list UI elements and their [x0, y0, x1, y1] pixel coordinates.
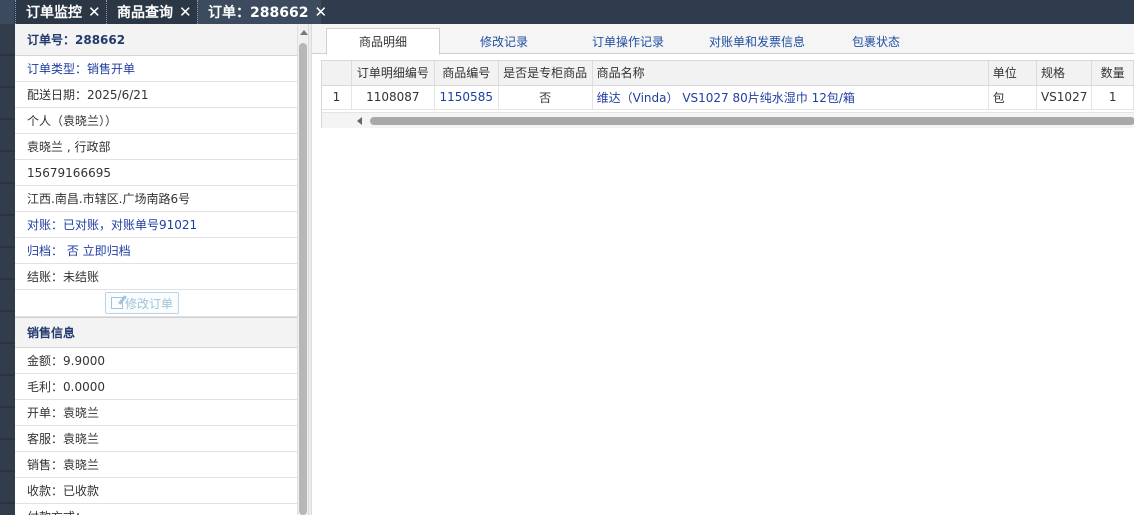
customer-service: 客服：袁晓兰 [15, 426, 297, 452]
phone-number: 15679166695 [15, 160, 297, 186]
column-header-product-id[interactable]: 商品编号 [434, 61, 499, 86]
salesperson: 销售：袁晓兰 [15, 452, 297, 478]
scroll-left-icon[interactable] [357, 117, 362, 125]
tab-order-detail[interactable]: 订单：288662 ✕ [197, 0, 327, 24]
sales-amount: 金额：9.9000 [15, 348, 297, 374]
delivery-date: 配送日期：2025/6/21 [15, 82, 297, 108]
scroll-up-icon[interactable] [300, 30, 308, 35]
column-header-index [322, 61, 352, 86]
tab-statement-invoice[interactable]: 对账单和发票信息 [692, 28, 822, 54]
unit-cell: 包 [988, 85, 1037, 110]
tab-change-log[interactable]: 修改记录 [452, 28, 556, 54]
column-header-detail-id[interactable]: 订单明细编号 [351, 61, 435, 86]
payment-method: 付款方式： [15, 504, 297, 515]
detail-id-cell: 1108087 [351, 85, 435, 110]
top-left-strip [0, 0, 14, 24]
tab-product-search[interactable]: 商品查询 ✕ [106, 0, 197, 24]
close-icon[interactable]: ✕ [314, 3, 327, 21]
tab-operation-log[interactable]: 订单操作记录 [568, 28, 688, 54]
nav-collapsed-strip [0, 24, 15, 515]
scrollbar-thumb[interactable] [370, 117, 1134, 125]
edit-order-label: 修改订单 [124, 296, 173, 311]
column-header-quantity[interactable]: 数量 [1091, 61, 1134, 86]
edit-icon [110, 297, 123, 309]
contact-department: 袁晓兰 , 行政部 [15, 134, 297, 160]
tab-label: 订单：288662 [208, 5, 309, 21]
column-header-spec[interactable]: 规格 [1036, 61, 1093, 86]
sidebar-scrollbar[interactable] [297, 24, 308, 515]
spec-cell: VS1027 [1036, 85, 1093, 110]
close-icon[interactable]: ✕ [88, 3, 101, 21]
table-row[interactable]: 1 1108087 1150585 否 维达（Vinda） VS1027 80片… [322, 85, 1134, 110]
column-header-unit[interactable]: 单位 [988, 61, 1037, 86]
close-icon[interactable]: ✕ [179, 3, 192, 21]
quantity-cell: 1 [1091, 85, 1134, 110]
table-header-row: 订单明细编号 商品编号 是否是专柜商品 商品名称 单位 规格 数量 [322, 61, 1134, 86]
tab-label: 商品查询 [117, 5, 173, 21]
column-header-product-name[interactable]: 商品名称 [592, 61, 989, 86]
delivery-address: 江西.南昌.市辖区.广场南路6号 [15, 186, 297, 212]
reconciliation-link[interactable]: 对账：已对账，对账单号91021 [15, 212, 297, 238]
sales-info-header: 销售信息 [15, 317, 297, 348]
order-type: 订单类型：销售开单 [15, 56, 297, 82]
counter-product-cell: 否 [498, 85, 593, 110]
settlement-status: 结账：未结账 [15, 264, 297, 290]
edit-order-button[interactable]: 修改订单 [104, 292, 179, 314]
detail-tab-strip: 商品明细 修改记录 订单操作记录 对账单和发票信息 包裹状态 [312, 24, 1134, 55]
tab-package-status[interactable]: 包裹状态 [828, 28, 924, 54]
scrollbar-thumb[interactable] [299, 43, 307, 515]
tab-label: 订单监控 [26, 5, 82, 21]
product-id-link[interactable]: 1150585 [434, 85, 499, 110]
order-creator: 开单：袁晓兰 [15, 400, 297, 426]
tab-order-monitor[interactable]: 订单监控 ✕ [15, 0, 106, 24]
payment-status: 收款：已收款 [15, 478, 297, 504]
order-info-sidebar: 订单号：288662 订单类型：销售开单 配送日期：2025/6/21 个人（袁… [15, 24, 297, 515]
grid-horizontal-scrollbar[interactable] [322, 112, 1134, 128]
tab-product-detail[interactable]: 商品明细 [326, 28, 440, 55]
product-table: 订单明细编号 商品编号 是否是专柜商品 商品名称 单位 规格 数量 1 1108… [322, 61, 1134, 110]
product-name-link[interactable]: 维达（Vinda） VS1027 80片纯水湿巾 12包/箱 [592, 85, 989, 110]
column-header-counter-product[interactable]: 是否是专柜商品 [498, 61, 593, 86]
product-detail-grid: 订单明细编号 商品编号 是否是专柜商品 商品名称 单位 规格 数量 1 1108… [321, 60, 1134, 128]
nav-strip-bands [0, 24, 15, 515]
edit-order-row: 修改订单 [15, 290, 297, 317]
row-index: 1 [322, 85, 352, 110]
customer-name: 个人（袁晓兰）） [15, 108, 297, 134]
archive-link[interactable]: 归档： 否 立即归档 [15, 238, 297, 264]
order-detail-main: 商品明细 修改记录 订单操作记录 对账单和发票信息 包裹状态 订单明细编号 商品… [312, 24, 1134, 515]
gross-profit: 毛利：0.0000 [15, 374, 297, 400]
top-tab-bar: 订单监控 ✕ 商品查询 ✕ 订单：288662 ✕ [0, 0, 1134, 24]
order-number-header: 订单号：288662 [15, 24, 297, 56]
